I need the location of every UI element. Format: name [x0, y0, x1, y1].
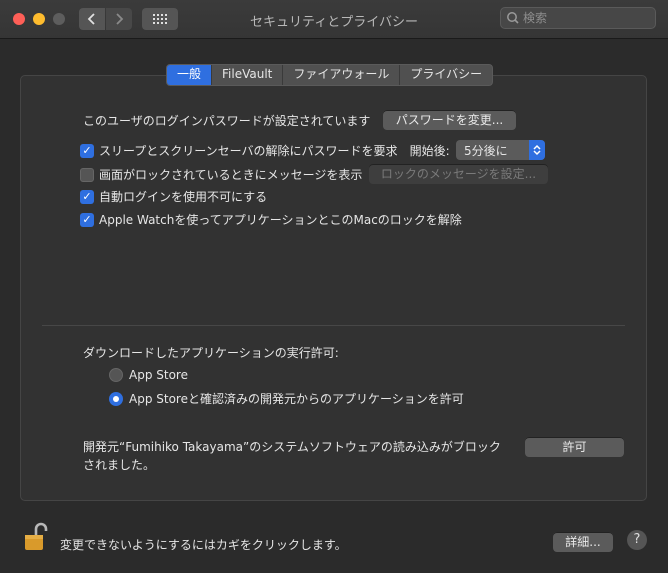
radio-app-store[interactable]: [109, 368, 123, 382]
set-lock-message-button[interactable]: ロックのメッセージを設定...: [369, 164, 548, 184]
require-password-checkbox[interactable]: ✓: [80, 143, 94, 158]
downloads-heading-text: ダウンロードしたアプリケーションの実行許可:: [83, 346, 339, 360]
radio-identified-developers-label: App Storeと確認済みの開発元からのアプリケーションを許可: [129, 392, 464, 406]
allow-button[interactable]: 許可: [525, 437, 624, 457]
disable-autologin-label: 自動ログインを使用不可にする: [99, 190, 268, 204]
search-field[interactable]: [500, 7, 656, 29]
title-bar: セキュリティとプライバシー: [0, 0, 668, 39]
apple-watch-label: Apple Watchを使ってアプリケーションとこのMacのロックを解除: [99, 213, 462, 227]
disable-autologin-row: ✓ 自動ログインを使用不可にする: [80, 188, 267, 205]
start-after-value: 5分後に: [464, 143, 508, 158]
section-divider: [42, 325, 625, 326]
lock-message-row: 画面がロックされているときにメッセージを表示: [80, 166, 362, 183]
radio-identified-developers[interactable]: [109, 391, 123, 406]
search-input[interactable]: [523, 11, 643, 25]
password-status: このユーザのログインパスワードが設定されています: [83, 112, 370, 129]
tab-filevault[interactable]: FileVault: [212, 65, 284, 85]
require-password-label: スリープとスクリーンセーバの解除にパスワードを要求: [99, 144, 398, 158]
lock-hint-text: 変更できないようにするにはカギをクリックします。: [60, 538, 347, 552]
radio-identified-developers-row: App Storeと確認済みの開発元からのアプリケーションを許可: [109, 390, 464, 407]
tab-bar: 一般 FileVault ファイアウォール プライバシー: [166, 64, 494, 86]
tab-privacy[interactable]: プライバシー: [400, 65, 492, 85]
lock-hint: 変更できないようにするにはカギをクリックします。: [60, 536, 347, 553]
tab-general[interactable]: 一般: [167, 65, 213, 85]
blocked-message-line2: されました。: [83, 456, 155, 473]
radio-app-store-label: App Store: [129, 368, 188, 382]
search-icon: [507, 12, 519, 24]
lock-button[interactable]: [24, 522, 48, 555]
lock-message-checkbox[interactable]: [80, 167, 94, 182]
apple-watch-row: ✓ Apple Watchを使ってアプリケーションとこのMacのロックを解除: [80, 211, 462, 228]
downloads-heading: ダウンロードしたアプリケーションの実行許可:: [83, 344, 339, 361]
start-after-label: 開始後:: [409, 144, 450, 158]
password-status-text: このユーザのログインパスワードが設定されています: [83, 114, 371, 128]
help-button[interactable]: ?: [627, 530, 647, 550]
updown-arrows-icon: [529, 140, 545, 160]
blocked-message-text-1: 開発元“Fumihiko Takayama”のシステムソフトウェアの読み込みがブ…: [83, 440, 501, 454]
require-password-row: ✓ スリープとスクリーンセーバの解除にパスワードを要求 開始後:: [80, 142, 450, 159]
tab-firewall[interactable]: ファイアウォール: [283, 65, 401, 85]
advanced-button[interactable]: 詳細...: [553, 532, 613, 552]
change-password-button[interactable]: パスワードを変更...: [383, 110, 516, 130]
start-after-select[interactable]: 5分後に: [456, 140, 545, 160]
disable-autologin-checkbox[interactable]: ✓: [80, 189, 94, 204]
open-lock-icon: [25, 522, 48, 550]
lock-message-label: 画面がロックされているときにメッセージを表示: [99, 168, 363, 182]
blocked-message-line1: 開発元“Fumihiko Takayama”のシステムソフトウェアの読み込みがブ…: [83, 438, 501, 455]
blocked-message-text-2: されました。: [83, 458, 156, 472]
radio-app-store-row: App Store: [109, 368, 188, 382]
apple-watch-checkbox[interactable]: ✓: [80, 212, 94, 227]
